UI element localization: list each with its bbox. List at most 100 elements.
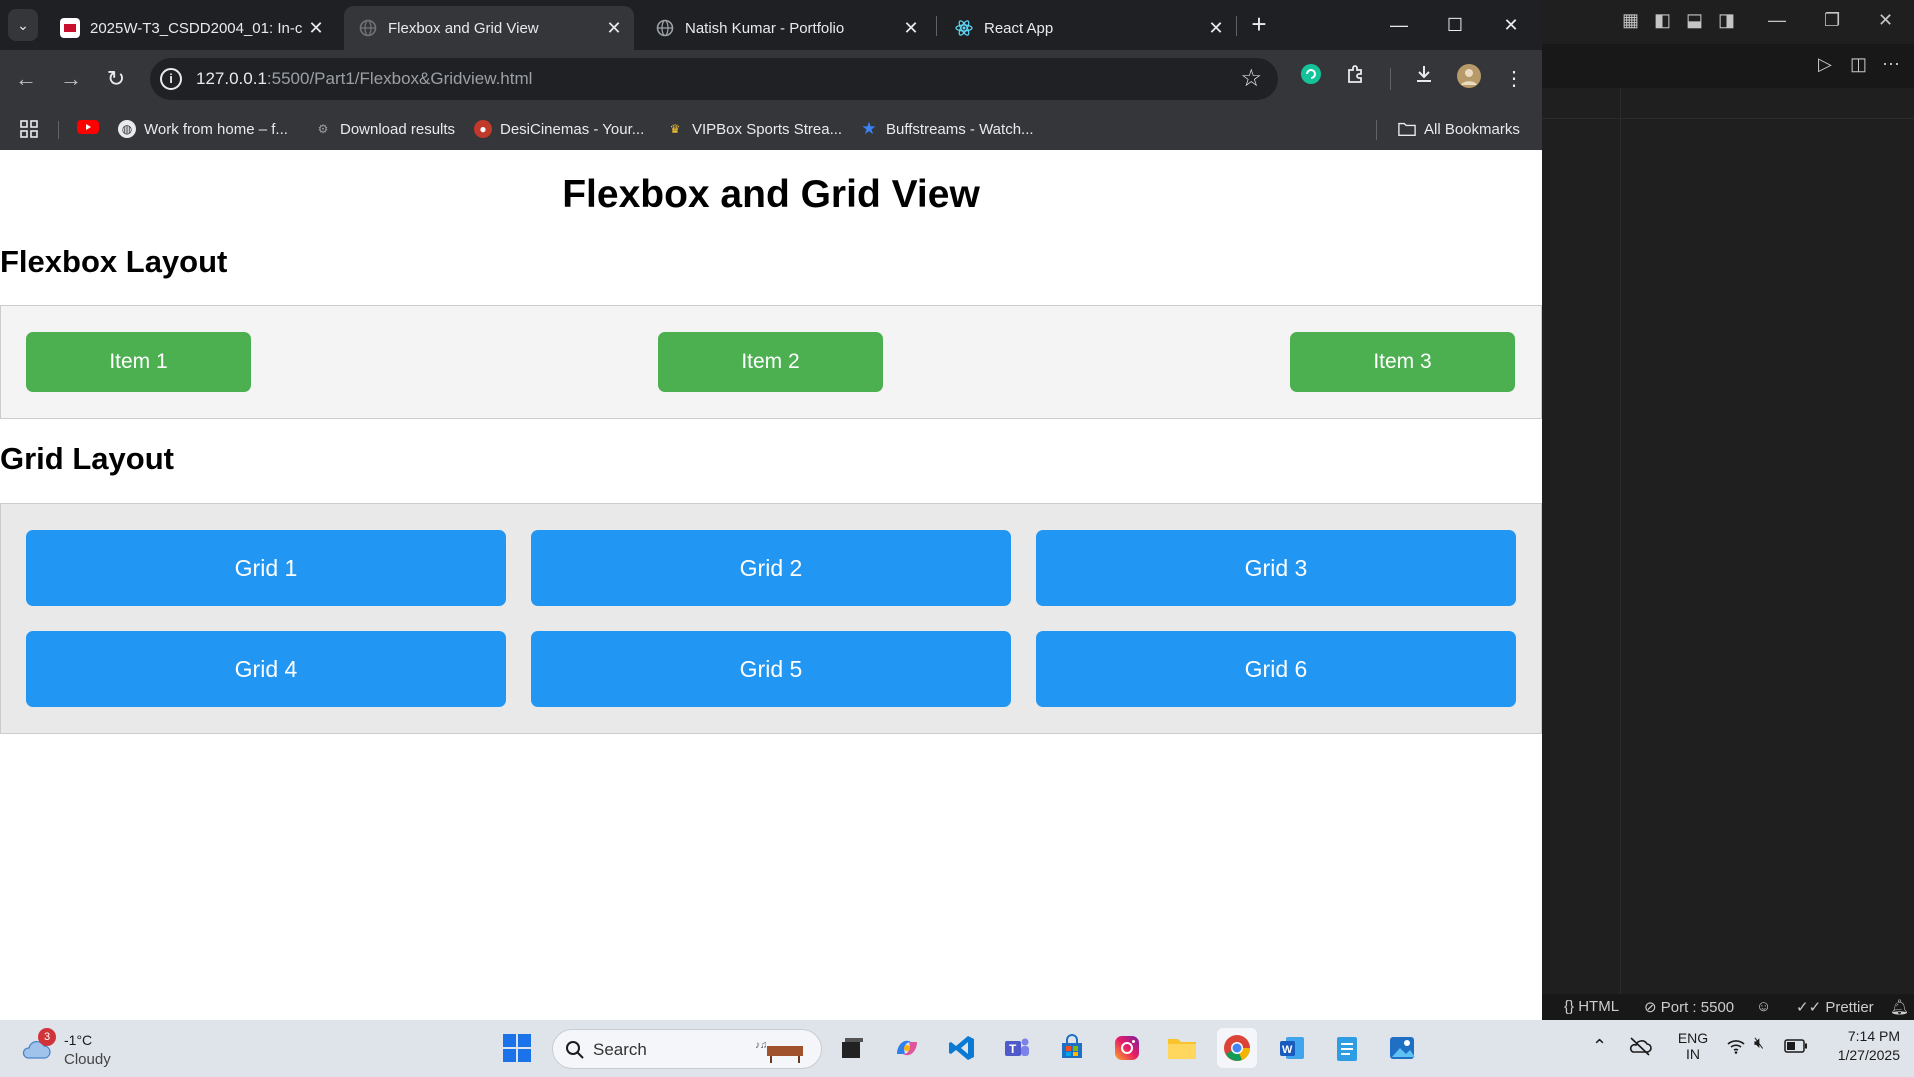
extensions-puzzle-icon[interactable] [1340, 63, 1372, 95]
arrow-left-icon: ← [15, 66, 37, 91]
file-explorer-app-icon[interactable] [1162, 1028, 1202, 1068]
live-server-port[interactable]: ⊘ Port : 5500 [1644, 998, 1734, 1016]
indent-guide [1620, 88, 1621, 994]
back-button[interactable]: ← [10, 63, 42, 95]
vipbox-icon: ♛ [669, 122, 681, 136]
tab-react-app[interactable]: React App ✕ [940, 6, 1236, 50]
globe-icon: ◍ [118, 120, 136, 138]
plus-icon: + [1251, 9, 1267, 39]
toggle-secondary-sidebar-icon[interactable]: ◨ [1718, 10, 1735, 31]
tab-title: Flexbox and Grid View [388, 19, 539, 37]
instagram-app-icon[interactable] [1107, 1028, 1147, 1068]
tab-flexbox-grid-view[interactable]: Flexbox and Grid View ✕ [344, 6, 634, 50]
address-bar[interactable]: i 127.0.0.1:5500/Part1/Flexbox&Gridview.… [150, 58, 1278, 100]
grammarly-extension-icon[interactable] [1295, 63, 1327, 95]
reload-icon: ↻ [106, 66, 126, 91]
double-check-icon: ✓✓ [1796, 999, 1822, 1016]
taskbar-search[interactable]: Search ♪♫ [552, 1029, 822, 1069]
lang-line1: ENG [1677, 1030, 1709, 1046]
toggle-panel-icon[interactable]: ⬓ [1686, 10, 1703, 31]
chrome-app-icon[interactable] [1217, 1028, 1257, 1068]
vscode-app-icon[interactable] [942, 1028, 982, 1068]
bookmark-divider [1376, 120, 1377, 140]
weather-widget[interactable]: 3 -1°C Cloudy [20, 1028, 140, 1072]
prettier-status[interactable]: ✓✓ Prettier [1796, 998, 1874, 1016]
profile-avatar[interactable] [1453, 63, 1485, 95]
copilot-app-icon[interactable] [887, 1028, 927, 1068]
grid-item-6: Grid 6 [1036, 631, 1516, 707]
close-icon[interactable]: ✕ [1878, 10, 1893, 31]
flex-item-1: Item 1 [26, 332, 251, 392]
clock[interactable]: 7:14 PM 1/27/2025 [1820, 1028, 1900, 1063]
minimize-icon[interactable]: — [1768, 10, 1786, 31]
bookmark-star-icon[interactable]: ☆ [1240, 64, 1262, 93]
language-mode[interactable]: {} HTML [1564, 998, 1619, 1015]
apps-grid-icon[interactable] [20, 116, 38, 142]
split-editor-icon[interactable]: ◫ [1850, 54, 1867, 75]
notepad-app-icon[interactable] [1327, 1028, 1367, 1068]
wifi-icon[interactable] [1726, 1038, 1746, 1059]
more-actions-icon[interactable]: ⋯ [1882, 54, 1900, 75]
windows-logo-icon [503, 1034, 531, 1062]
tab-close-icon[interactable]: ✕ [897, 18, 925, 39]
photos-app-icon[interactable] [1382, 1028, 1422, 1068]
tab-title: React App [984, 19, 1054, 37]
battery-icon[interactable] [1784, 1039, 1808, 1058]
chevron-up-icon[interactable]: ⌃ [1592, 1036, 1607, 1057]
grid-item-2: Grid 2 [531, 530, 1011, 606]
browser-window: ⌄ 2025W-T3_CSDD2004_01: In-cla ✕ Flexbox… [0, 0, 1542, 1020]
all-bookmarks-folder[interactable]: All Bookmarks [1398, 116, 1520, 142]
customize-layout-icon[interactable]: ▦ [1622, 10, 1639, 31]
toggle-sidebar-icon[interactable]: ◧ [1654, 10, 1671, 31]
speaker-muted-icon[interactable]: 🔇︎ [1754, 1035, 1764, 1053]
bookmark-buffstreams[interactable]: ★ Buffstreams - Watch... [860, 116, 1033, 142]
grid-heading: Grid Layout [0, 441, 174, 476]
teams-app-icon[interactable]: T [997, 1028, 1037, 1068]
react-icon [954, 18, 974, 38]
editor-line [1542, 118, 1914, 119]
bookmark-vipbox[interactable]: ♛ VIPBox Sports Strea... [666, 116, 842, 142]
grid-item-1: Grid 1 [26, 530, 506, 606]
lang-line2: IN [1686, 1046, 1700, 1062]
tab-close-icon[interactable]: ✕ [302, 18, 330, 39]
maximize-button[interactable]: ☐ [1428, 6, 1482, 44]
run-icon[interactable]: ▷ [1818, 54, 1832, 75]
tab-divider [1236, 16, 1237, 36]
onedrive-offline-icon[interactable] [1628, 1036, 1652, 1061]
windows-taskbar: 3 -1°C Cloudy Search ♪♫ T W ⌃ ENG IN 🔇︎ … [0, 1020, 1914, 1077]
tab-close-icon[interactable]: ✕ [1202, 18, 1230, 39]
flexbox-heading: Flexbox Layout [0, 244, 228, 279]
store-app-icon[interactable] [1052, 1028, 1092, 1068]
weather-desc: Cloudy [64, 1051, 111, 1068]
site-info-icon[interactable]: i [160, 68, 182, 90]
tab-course[interactable]: 2025W-T3_CSDD2004_01: In-cla ✕ [46, 6, 336, 50]
copilot-icon[interactable]: ☺ [1756, 998, 1771, 1015]
bookmark-desicinemas[interactable]: ● DesiCinemas - Your... [474, 116, 644, 142]
tab-title: Natish Kumar - Portfolio [685, 19, 845, 37]
tab-close-icon[interactable]: ✕ [600, 18, 628, 39]
date: 1/27/2025 [1837, 1047, 1900, 1063]
tab-portfolio[interactable]: Natish Kumar - Portfolio ✕ [641, 6, 931, 50]
start-button[interactable] [497, 1028, 537, 1068]
flex-item-3: Item 3 [1290, 332, 1515, 392]
time: 7:14 PM [1847, 1028, 1900, 1044]
close-icon: ✕ [1503, 15, 1519, 35]
new-tab-button[interactable]: + [1244, 10, 1274, 40]
search-placeholder: Search [593, 1040, 647, 1059]
minimize-button[interactable]: — [1372, 6, 1426, 44]
restore-icon[interactable]: ❐ [1824, 10, 1840, 31]
url-text[interactable]: 127.0.0.1:5500/Part1/Flexbox&Gridview.ht… [196, 69, 532, 89]
tab-search-button[interactable]: ⌄ [8, 9, 38, 41]
word-app-icon[interactable]: W [1272, 1028, 1312, 1068]
youtube-bookmark[interactable] [76, 116, 100, 142]
reload-button[interactable]: ↻ [100, 63, 132, 95]
close-window-button[interactable]: ✕ [1484, 6, 1538, 44]
more-menu-icon[interactable]: ⋮ [1498, 63, 1530, 95]
bookmark-work-from-home[interactable]: ◍ Work from home – f... [118, 116, 288, 142]
language-indicator[interactable]: ENG IN [1676, 1030, 1710, 1062]
download-icon[interactable] [1408, 63, 1440, 95]
forward-button[interactable]: → [55, 63, 87, 95]
notifications-bell-icon[interactable]: 🔔︎ [1890, 998, 1909, 1016]
bookmark-download-results[interactable]: ⚙ Download results [314, 116, 455, 142]
task-view-icon[interactable] [832, 1028, 872, 1068]
